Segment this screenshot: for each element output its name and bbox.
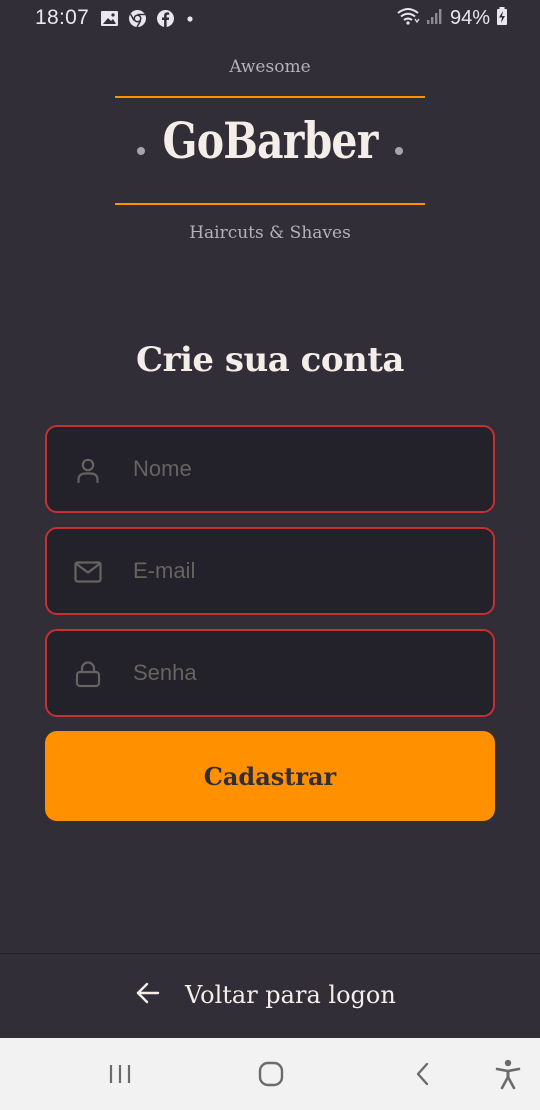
back-to-logon-label: Voltar para logon (185, 981, 396, 1009)
logo-main-text: GoBarber (162, 111, 379, 170)
page-title: Crie sua conta (136, 340, 404, 380)
status-system-icons: 94% (396, 6, 508, 30)
logo-top-text: Awesome (229, 57, 311, 77)
register-button[interactable]: Cadastrar (45, 731, 495, 821)
status-time: 18:07 (35, 6, 90, 29)
password-field[interactable] (45, 629, 495, 717)
arrow-left-icon (135, 980, 161, 1010)
email-field[interactable] (45, 527, 495, 615)
back-button[interactable] (403, 1056, 443, 1096)
back-icon (411, 1060, 435, 1092)
image-icon (100, 9, 119, 32)
logo-top-divider (115, 96, 425, 98)
name-input[interactable] (133, 427, 473, 511)
user-icon (74, 456, 102, 484)
logo-right-dot (395, 147, 403, 155)
signal-icon (426, 6, 444, 30)
status-bar: 18:07 94% (0, 0, 540, 38)
gobarber-logo: Awesome GoBarber Haircuts & Shaves (115, 55, 425, 247)
battery-charging-icon (496, 6, 508, 30)
back-to-logon-link[interactable]: Voltar para logon (135, 980, 396, 1010)
home-icon (257, 1060, 285, 1092)
logo-bottom-divider (115, 203, 425, 205)
battery-percentage: 94% (449, 6, 490, 29)
status-notification-icons (100, 9, 196, 32)
recent-apps-button[interactable] (100, 1056, 140, 1096)
logo-bottom-text: Haircuts & Shaves (189, 223, 351, 243)
name-field[interactable] (45, 425, 495, 513)
android-nav-bar (0, 1038, 540, 1110)
email-input[interactable] (133, 529, 473, 613)
password-input[interactable] (133, 631, 473, 715)
facebook-icon (156, 9, 175, 32)
home-button[interactable] (251, 1056, 291, 1096)
mail-icon (74, 558, 102, 586)
footer-bar: Voltar para logon (0, 953, 540, 1039)
accessibility-button[interactable] (488, 1056, 528, 1096)
accessibility-icon (494, 1058, 522, 1094)
recent-apps-icon (107, 1062, 133, 1090)
chrome-icon (128, 9, 147, 32)
wifi-icon (396, 6, 420, 30)
notification-dot-icon (184, 9, 196, 32)
lock-icon (74, 660, 102, 688)
